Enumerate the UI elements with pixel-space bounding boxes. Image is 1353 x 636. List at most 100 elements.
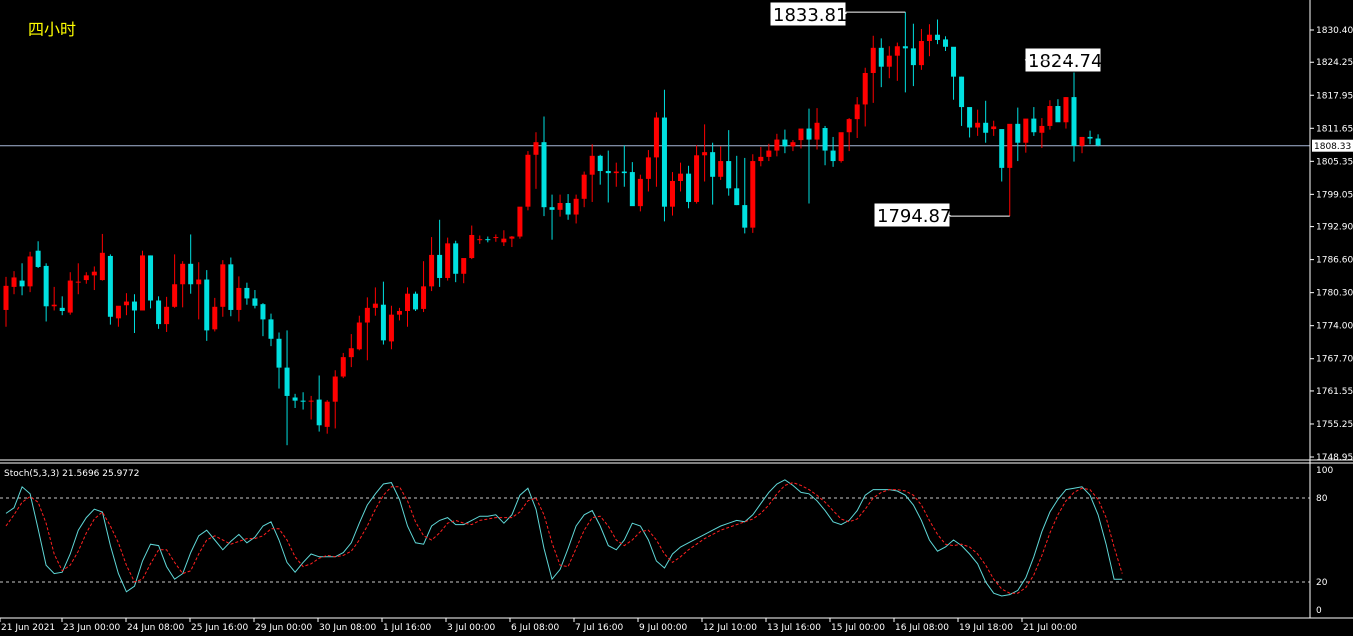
candle-body — [228, 264, 234, 310]
price-callout: 1833.81 — [769, 1, 906, 27]
candle-body — [437, 254, 443, 278]
candle — [220, 260, 226, 317]
time-tick-label: 12 Jul 10:00 — [703, 623, 757, 632]
candle — [894, 42, 900, 81]
candle-body — [774, 139, 780, 151]
candle-body — [204, 279, 210, 331]
candle — [782, 129, 788, 154]
candle — [653, 112, 659, 187]
candle-body — [814, 122, 820, 140]
candle — [967, 107, 973, 138]
candle-body — [27, 256, 33, 287]
stoch-axis-label: 20 — [1316, 578, 1328, 588]
candle — [959, 76, 965, 126]
candle — [517, 206, 523, 239]
candle-body — [429, 254, 435, 287]
candle-body — [131, 301, 137, 311]
candle-body — [999, 129, 1005, 168]
price-callout: 1824.74 — [1024, 47, 1102, 73]
candle — [1031, 107, 1037, 136]
time-tick-label: 6 Jul 08:00 — [511, 623, 560, 632]
candle-body — [51, 304, 57, 307]
candle-body — [1047, 106, 1053, 126]
candle — [669, 172, 675, 216]
candle — [613, 162, 619, 187]
candle — [983, 100, 989, 143]
candle-body — [951, 46, 957, 77]
candle — [437, 219, 443, 287]
candle — [380, 281, 386, 345]
candle — [854, 97, 860, 138]
candle-body — [862, 72, 868, 105]
candle-body — [726, 161, 732, 189]
candle-body — [123, 301, 129, 306]
time-tick-label: 21 Jul 00:00 — [1023, 623, 1077, 632]
candle — [758, 146, 764, 167]
candle — [718, 146, 724, 180]
candle-body — [172, 284, 178, 307]
candle-body — [517, 206, 523, 237]
candle — [750, 154, 756, 233]
price-tick-label: 1811.65 — [1316, 124, 1353, 134]
callout-label: 1794.87 — [877, 206, 951, 227]
time-tick-label: 1 Jul 16:00 — [383, 623, 432, 632]
chart-canvas[interactable]: 100 80 20 0 1830.40 1824.25 1817.95 1811.65 180… — [0, 0, 1353, 633]
candle — [252, 290, 258, 309]
candle — [156, 296, 162, 329]
candle-body — [549, 207, 555, 210]
candle — [405, 287, 410, 327]
candle-body — [959, 76, 965, 108]
candle-body — [252, 298, 258, 306]
candle-body — [782, 139, 788, 147]
candle-body — [1071, 97, 1077, 146]
candle-body — [694, 155, 700, 202]
candle-body — [477, 239, 483, 241]
time-tick-label: 16 Jul 08:00 — [895, 623, 949, 632]
candle — [565, 194, 571, 220]
candle — [276, 332, 282, 389]
candle-body — [854, 104, 860, 120]
candle-body — [686, 173, 692, 202]
candle-body — [107, 255, 113, 317]
candle-body — [718, 161, 724, 177]
candle-body — [822, 128, 828, 151]
candle-body — [501, 238, 507, 243]
candle — [934, 19, 940, 45]
candle-body — [1015, 123, 1021, 143]
candle-body — [244, 287, 250, 299]
candle-body — [469, 234, 475, 259]
candle — [702, 124, 708, 182]
candle-body — [212, 306, 218, 330]
candle-body — [156, 300, 162, 325]
candle-body — [1007, 123, 1013, 168]
candle — [340, 352, 346, 379]
candle-body — [1095, 138, 1101, 146]
candle-body — [332, 376, 338, 402]
candle-body — [83, 275, 89, 281]
candle-body — [300, 400, 306, 402]
candle — [308, 395, 314, 420]
time-tick-label: 13 Jul 16:00 — [767, 623, 821, 632]
candle — [910, 23, 916, 87]
candle — [645, 150, 651, 192]
candle — [1015, 107, 1021, 162]
candle — [549, 194, 555, 240]
candle — [27, 251, 33, 293]
candle-body — [445, 243, 451, 278]
candle — [131, 294, 137, 334]
candle — [838, 132, 844, 163]
candle — [43, 263, 49, 322]
callout-label: 1824.74 — [1028, 51, 1102, 72]
candle-body — [991, 126, 997, 130]
candle-body — [790, 142, 796, 147]
stoch-axis-label: 80 — [1316, 494, 1328, 504]
candle-body — [806, 128, 812, 140]
candle-body — [597, 155, 603, 172]
candle — [11, 271, 17, 295]
candle — [421, 261, 427, 313]
candle-body — [1087, 136, 1093, 139]
candle — [678, 162, 684, 192]
candle-body — [734, 188, 740, 206]
chart-window[interactable]: 100 80 20 0 1830.40 1824.25 1817.95 1811.65 180… — [0, 0, 1353, 633]
candle-body — [91, 271, 97, 276]
